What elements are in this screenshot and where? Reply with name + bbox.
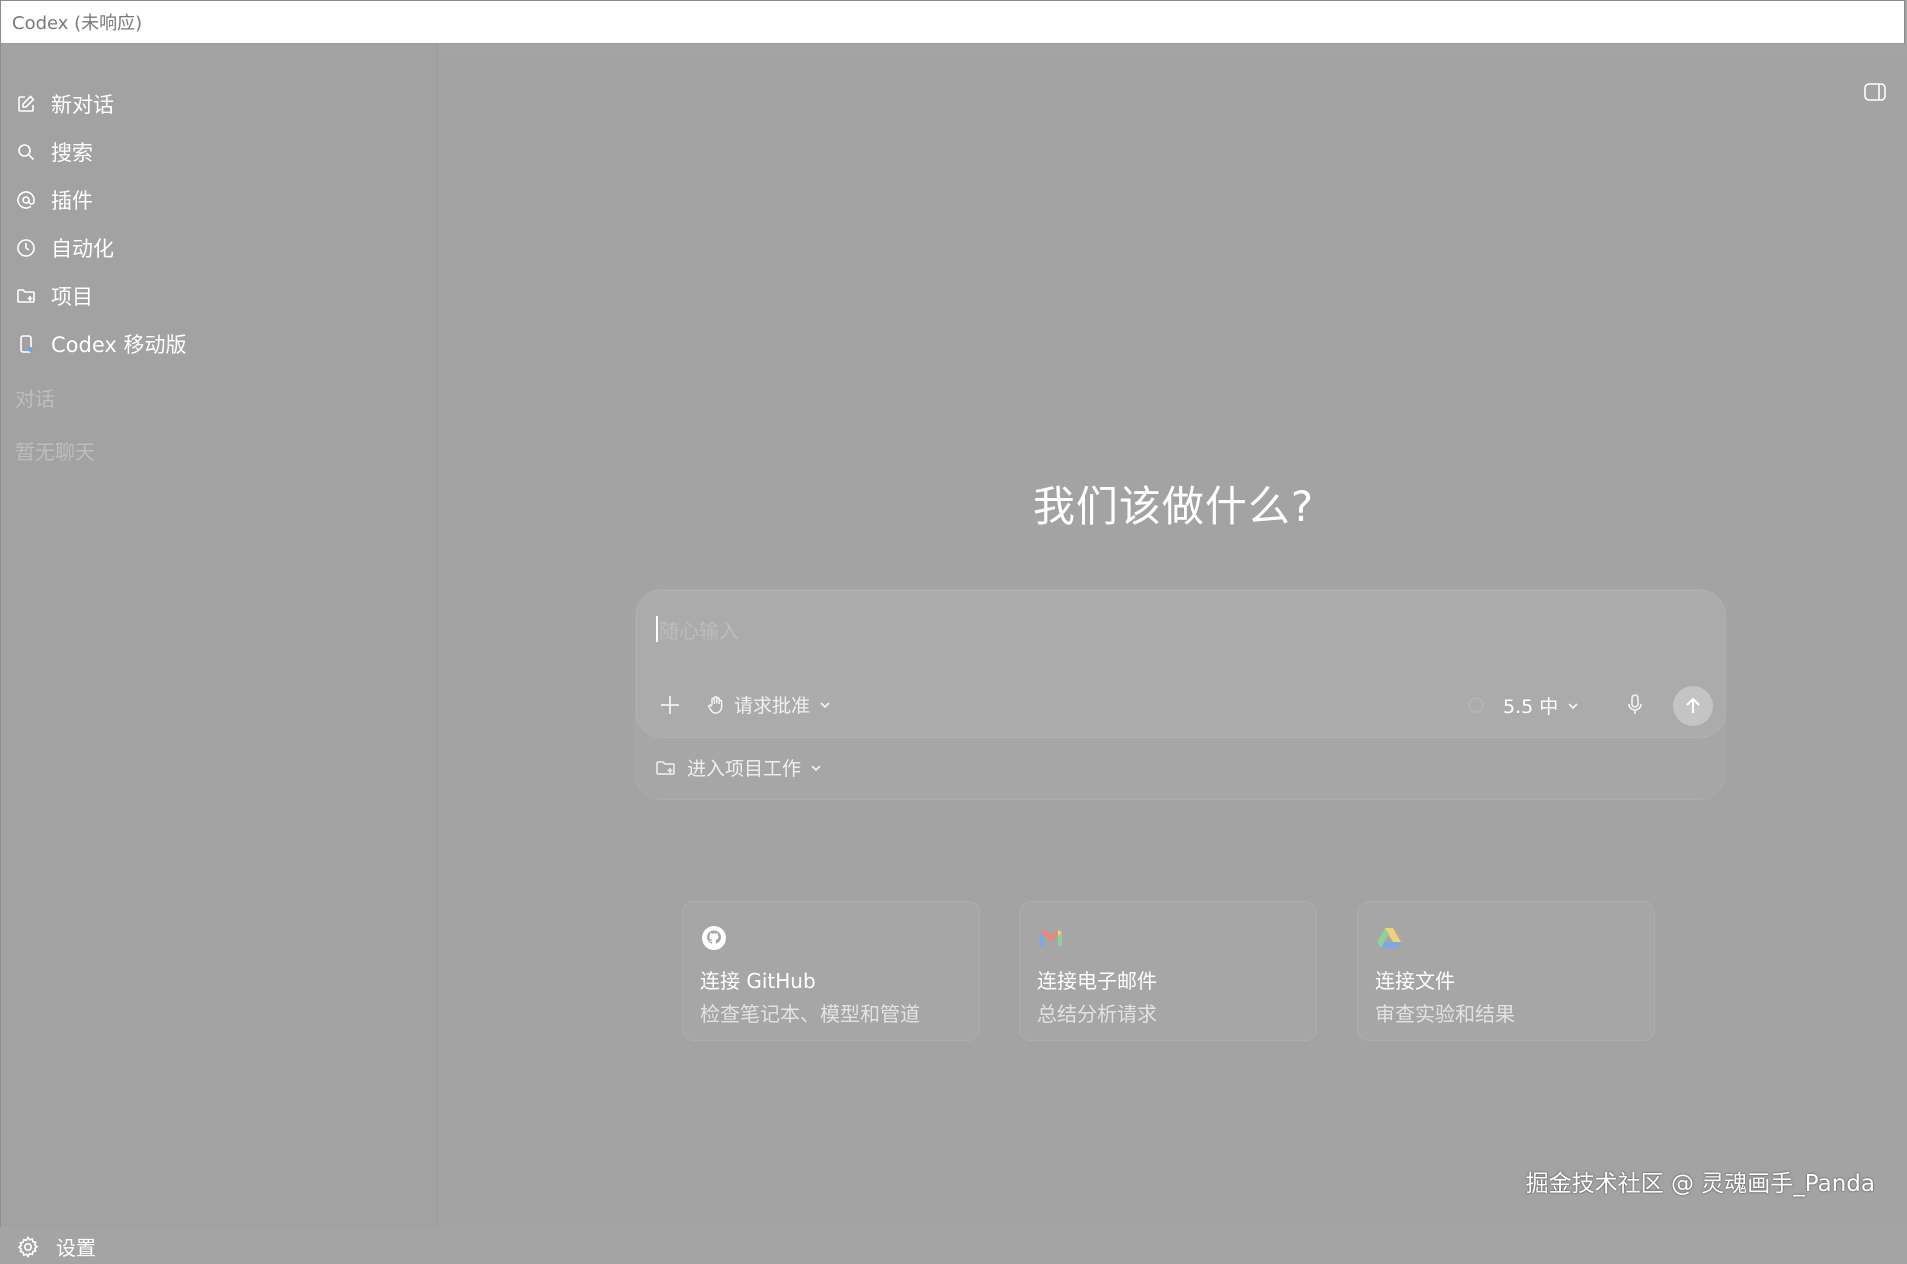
- chevron-down-icon: [1568, 702, 1578, 709]
- gmail-icon: [1040, 930, 1062, 946]
- add-attachment-icon[interactable]: [657, 692, 683, 718]
- arrow-up-icon: [1686, 697, 1700, 713]
- search-icon: [15, 141, 37, 163]
- edit-icon: [15, 93, 37, 115]
- github-icon: [702, 926, 726, 950]
- model-selector[interactable]: 5.5 中: [1503, 692, 1580, 719]
- context-ring-icon: [1468, 697, 1484, 713]
- sidebar-item-mobile[interactable]: Codex 移动版: [15, 329, 187, 359]
- panel-toggle-icon[interactable]: [1864, 82, 1886, 102]
- sidebar-item-label: 项目: [51, 285, 93, 309]
- card-title: 连接 GitHub: [700, 969, 816, 993]
- sidebar: 新对话 搜索 插件 自动化 项目 Codex 移动版 对话 暂无聊天 设置: [0, 44, 438, 1260]
- card-connect-github[interactable]: 连接 GitHub 检查笔记本、模型和管道: [682, 901, 980, 1041]
- drive-icon: [1377, 928, 1401, 948]
- mobile-icon: [15, 333, 37, 355]
- chevron-down-icon: [820, 701, 830, 708]
- main-panel: 我们该做什么? 随心输入 请求批准 5.5 中 进入项目工作 连接 GitHub…: [440, 52, 1907, 1227]
- approval-dropdown[interactable]: 请求批准: [706, 691, 832, 718]
- send-button[interactable]: [1673, 686, 1713, 726]
- microphone-icon[interactable]: [1625, 692, 1645, 718]
- title-bar: Codex (未响应): [0, 0, 1905, 44]
- sidebar-item-plugins[interactable]: 插件: [15, 185, 93, 215]
- section-conversations-label: 对话: [15, 387, 55, 411]
- sidebar-item-label: 搜索: [51, 141, 93, 165]
- empty-chats-label: 暂无聊天: [15, 440, 95, 464]
- sidebar-item-projects[interactable]: 项目: [15, 281, 93, 311]
- watermark: 掘金技术社区 @ 灵魂画手_Panda: [1525, 1171, 1875, 1197]
- sidebar-item-new-chat[interactable]: 新对话: [15, 89, 114, 119]
- composer[interactable]: 随心输入 请求批准 5.5 中: [636, 590, 1726, 738]
- chevron-down-icon: [811, 764, 821, 771]
- card-subtitle: 总结分析请求: [1037, 1002, 1157, 1026]
- card-title: 连接文件: [1375, 969, 1455, 993]
- project-label: 进入项目工作: [687, 758, 802, 780]
- sidebar-item-search[interactable]: 搜索: [15, 137, 93, 167]
- card-title: 连接电子邮件: [1037, 969, 1157, 993]
- window-title: Codex (未响应): [12, 13, 143, 34]
- settings-button[interactable]: 设置: [16, 1232, 96, 1261]
- clock-icon: [15, 237, 37, 259]
- card-subtitle: 检查笔记本、模型和管道: [700, 1002, 920, 1026]
- sidebar-item-label: 插件: [51, 189, 93, 213]
- text-caret: [656, 616, 658, 642]
- sidebar-item-automation[interactable]: 自动化: [15, 233, 114, 263]
- page-title: 我们该做什么?: [1032, 482, 1315, 531]
- composer-container: 随心输入 请求批准 5.5 中 进入项目工作: [635, 589, 1726, 800]
- hand-icon: [708, 695, 723, 714]
- card-subtitle: 审查实验和结果: [1375, 1002, 1515, 1026]
- folder-plus-icon: [656, 760, 675, 775]
- folder-plus-icon: [15, 285, 37, 307]
- at-icon: [15, 189, 37, 211]
- sidebar-item-label: 新对话: [51, 93, 114, 117]
- approval-label: 请求批准: [734, 695, 811, 717]
- project-dropdown[interactable]: 进入项目工作: [655, 754, 823, 781]
- card-connect-email[interactable]: 连接电子邮件 总结分析请求: [1019, 901, 1317, 1041]
- sidebar-item-label: 自动化: [51, 237, 114, 261]
- card-connect-files[interactable]: 连接文件 审查实验和结果: [1357, 901, 1655, 1041]
- message-input[interactable]: 随心输入: [659, 615, 739, 644]
- sidebar-item-label: Codex 移动版: [51, 333, 187, 357]
- gear-icon: [16, 1235, 40, 1259]
- model-label: 5.5 中: [1503, 696, 1559, 718]
- settings-label: 设置: [56, 1236, 96, 1260]
